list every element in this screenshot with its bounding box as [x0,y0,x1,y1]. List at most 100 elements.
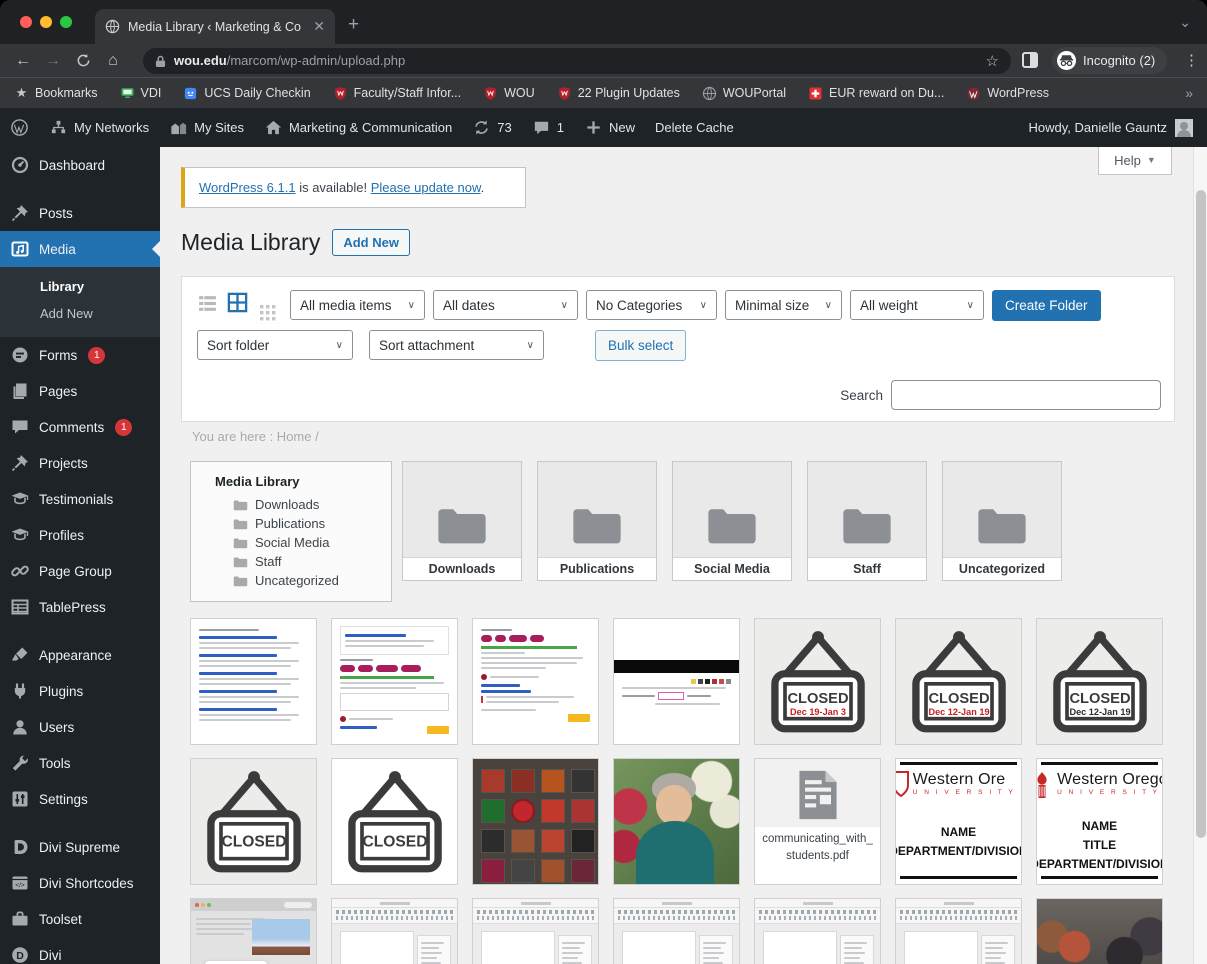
bookmarks-overflow-icon[interactable]: » [1185,85,1193,101]
sidebar-item-toolset[interactable]: Toolset [0,901,160,937]
bookmark-vdi[interactable]: VDI [120,86,162,101]
sidebar-item-divi-supreme[interactable]: Divi Supreme [0,829,160,865]
sidebar-item-posts[interactable]: Posts [0,195,160,231]
media-item-screenshot-doc[interactable] [754,898,881,964]
folder-card-staff[interactable]: Staff [807,461,927,581]
sidebar-item-dashboard[interactable]: Dashboard [0,147,160,183]
sidebar-item-appearance[interactable]: Appearance [0,637,160,673]
sidebar-item-divi-shortcodes[interactable]: </>Divi Shortcodes [0,865,160,901]
my-sites-menu[interactable]: My Sites [159,108,254,147]
media-item-closed-sign[interactable]: CLOSED [190,758,317,885]
folder-tree-item-publications[interactable]: Publications [215,514,381,533]
maximize-window-button[interactable] [60,16,72,28]
size-filter[interactable]: Minimal size∨ [725,290,842,320]
folder-tree-item-downloads[interactable]: Downloads [215,495,381,514]
media-item-screenshot-doc[interactable] [895,898,1022,964]
bookmarks-folder[interactable]: ★ Bookmarks [14,86,98,101]
back-icon[interactable]: ← [8,52,38,70]
sort-attachment-select[interactable]: Sort attachment∨ [369,330,544,360]
wordpress-version-link[interactable]: WordPress 6.1.1 [199,180,296,195]
folder-card-publications[interactable]: Publications [537,461,657,581]
scrollbar-thumb[interactable] [1196,190,1206,838]
home-icon[interactable]: ⌂ [98,52,128,70]
sidebar-item-forms[interactable]: Forms1 [0,337,160,373]
bulk-select-button[interactable]: Bulk select [595,330,686,361]
media-item-screenshot-doc[interactable] [331,898,458,964]
create-folder-button[interactable]: Create Folder [992,290,1101,321]
sidebar-item-tools[interactable]: Tools [0,745,160,781]
new-content-menu[interactable]: New [574,108,645,147]
media-item-closed-sign[interactable]: CLOSED [331,758,458,885]
media-item-screenshot-finder[interactable] [190,898,317,964]
folder-tree-root[interactable]: Media Library [215,474,381,489]
folder-tree-item-social-media[interactable]: Social Media [215,533,381,552]
search-input[interactable] [891,380,1161,410]
close-window-button[interactable] [20,16,32,28]
media-item-photo-collage[interactable] [472,758,599,885]
list-view-icon[interactable] [197,293,218,314]
media-item-webpage-screenshot[interactable] [190,618,317,745]
media-type-filter[interactable]: All media items∨ [290,290,425,320]
media-item-screenshot-doc[interactable] [472,898,599,964]
bookmark-22-plugin-updates[interactable]: 22 Plugin Updates [557,86,680,101]
sidebar-item-media[interactable]: Media [0,231,160,267]
sidebar-item-pages[interactable]: Pages [0,373,160,409]
bookmark-wordpress[interactable]: WordPress [966,86,1049,101]
bookmark-wou[interactable]: WOU [483,86,535,101]
account-menu[interactable]: Howdy, Danielle Gauntz [1029,119,1207,137]
bookmark-wouportal[interactable]: WOUPortal [702,86,786,101]
sidebar-item-settings[interactable]: Settings [0,781,160,817]
media-item-photo-classroom[interactable] [1036,898,1163,964]
drag-dots-icon[interactable] [258,303,278,323]
comments-menu[interactable]: 1 [522,108,574,147]
tab-search-chevron-icon[interactable]: ⌄ [1179,14,1191,31]
sidebar-item-profiles[interactable]: Profiles [0,517,160,553]
media-item-placard[interactable]: Western OregoU N I V E R S I T YNAMETITL… [1036,758,1163,885]
media-item-screenshot-doc[interactable] [613,898,740,964]
folder-card-downloads[interactable]: Downloads [402,461,522,581]
delete-cache-menu[interactable]: Delete Cache [645,108,744,147]
sidebar-item-comments[interactable]: Comments1 [0,409,160,445]
sidebar-item-plugins[interactable]: Plugins [0,673,160,709]
site-name-menu[interactable]: Marketing & Communication [254,108,462,147]
submenu-item-add-new[interactable]: Add New [0,300,160,327]
category-filter[interactable]: No Categories∨ [586,290,717,320]
my-networks-menu[interactable]: My Networks [39,108,159,147]
media-item-screenshot-form[interactable] [331,618,458,745]
sidebar-item-testimonials[interactable]: Testimonials [0,481,160,517]
sidebar-item-projects[interactable]: Projects [0,445,160,481]
media-item-closed-sign[interactable]: CLOSED Dec 12-Jan 19 [895,618,1022,745]
browser-tab[interactable]: Media Library ‹ Marketing & Co ✕ [95,9,335,44]
folder-tree-item-staff[interactable]: Staff [215,552,381,571]
sidebar-item-divi[interactable]: DDivi [0,937,160,964]
folder-card-uncategorized[interactable]: Uncategorized [942,461,1062,581]
tab-close-icon[interactable]: ✕ [313,18,325,35]
media-item-closed-sign[interactable]: CLOSED Dec 12-Jan 19 [1036,618,1163,745]
sidebar-item-tablepress[interactable]: TablePress [0,589,160,625]
media-item-pdf[interactable]: communicating_with_students.pdf [754,758,881,885]
side-panel-icon[interactable] [1022,52,1038,68]
sidebar-item-users[interactable]: Users [0,709,160,745]
url-bar[interactable]: wou.edu/marcom/wp-admin/upload.php ☆ [143,48,1011,74]
bookmark-faculty-staff-infor[interactable]: Faculty/Staff Infor... [333,86,461,101]
reload-icon[interactable] [68,53,98,68]
bookmark-ucs-daily-checkin[interactable]: UCS Daily Checkin [183,86,310,101]
media-item-placard[interactable]: Western OreU N I V E R S I T YNAMEDEPART… [895,758,1022,885]
help-button[interactable]: Help▼ [1098,147,1172,175]
weight-filter[interactable]: All weight∨ [850,290,984,320]
update-now-link[interactable]: Please update now [371,180,481,195]
sidebar-item-page-group[interactable]: Page Group [0,553,160,589]
updates-menu[interactable]: 73 [462,108,521,147]
grid-view-icon[interactable] [226,291,249,314]
media-item-screenshot-devtools[interactable] [613,618,740,745]
forward-icon[interactable]: → [38,52,68,70]
submenu-item-library[interactable]: Library [0,273,160,300]
folder-tree-item-uncategorized[interactable]: Uncategorized [215,571,381,590]
minimize-window-button[interactable] [40,16,52,28]
sort-folder-select[interactable]: Sort folder∨ [197,330,353,360]
wp-logo-menu[interactable] [0,108,39,147]
add-new-button[interactable]: Add New [332,229,410,256]
media-item-closed-sign[interactable]: CLOSED Dec 19-Jan 3 [754,618,881,745]
folder-card-social-media[interactable]: Social Media [672,461,792,581]
bookmark-eur-reward-on-du[interactable]: EUR reward on Du... [808,86,944,101]
